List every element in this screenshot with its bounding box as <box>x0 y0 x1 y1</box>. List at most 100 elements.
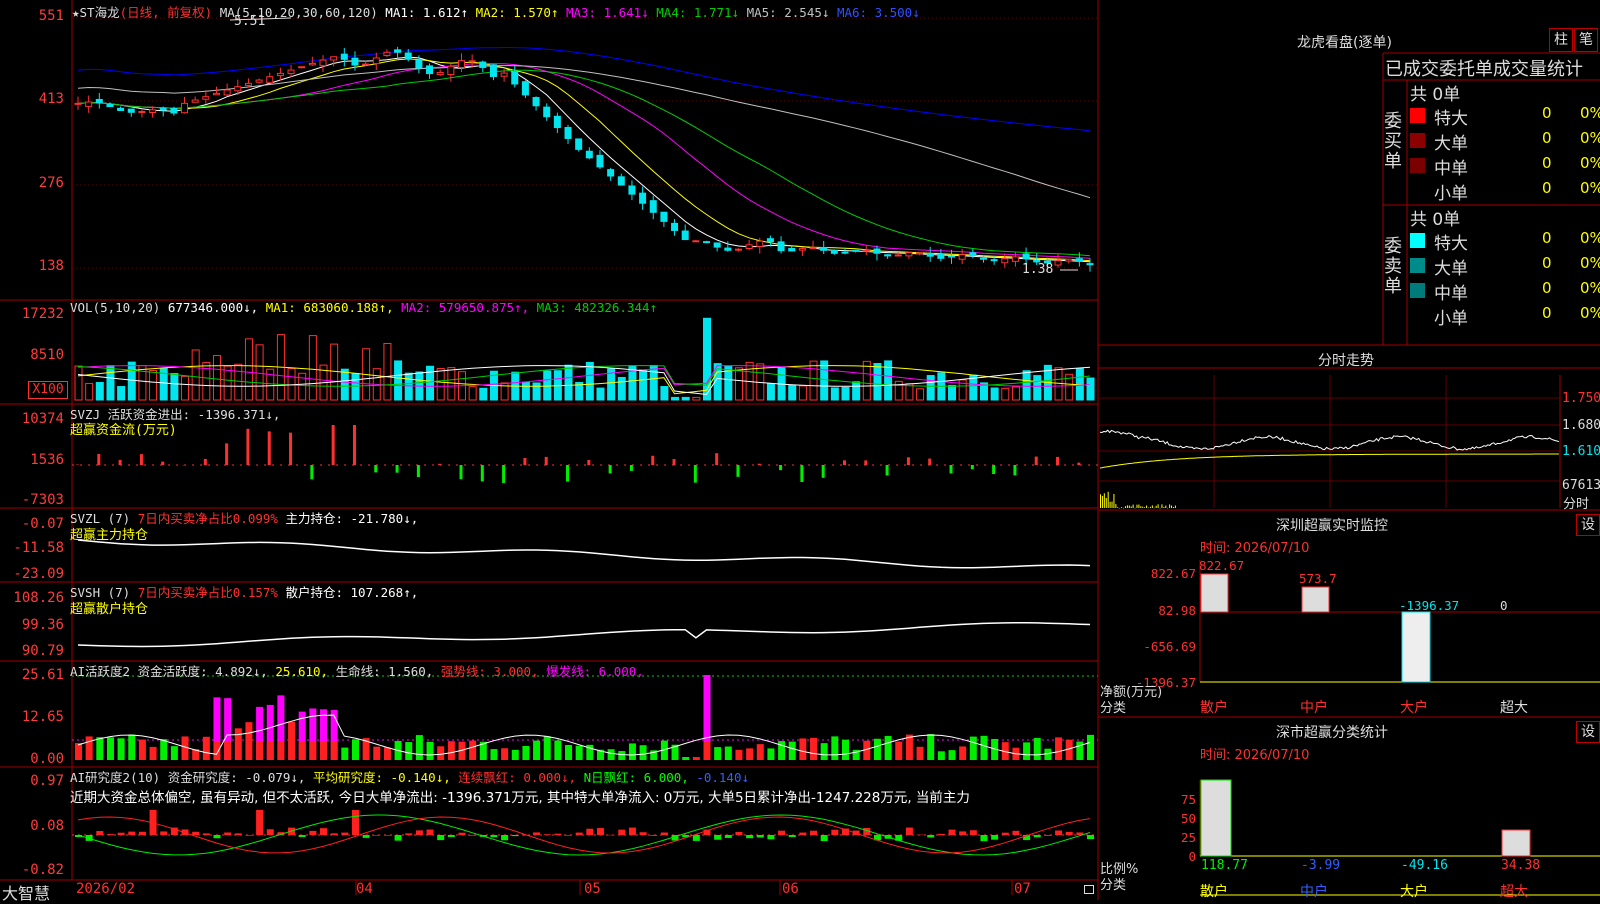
candle-body <box>106 103 114 108</box>
activity-bar <box>522 745 530 760</box>
research-bar <box>106 834 114 835</box>
candle-body <box>404 52 412 60</box>
candle-body <box>777 241 785 252</box>
intraday-volume-bar <box>1100 494 1101 508</box>
research-bar <box>426 829 434 835</box>
activity-bar <box>128 734 136 760</box>
buy-row-count: 0 <box>1542 129 1552 147</box>
sell-row-count: 0 <box>1542 254 1552 272</box>
volume-bar <box>74 365 83 401</box>
intraday-title[interactable]: 分时走势 <box>1318 350 1374 370</box>
vol-unit-badge[interactable]: X100 <box>28 381 68 399</box>
volume-bar <box>234 363 243 401</box>
activity-base-bar <box>213 742 221 760</box>
tick-view-button[interactable]: 笔 <box>1574 28 1598 52</box>
activity-bar <box>351 739 359 760</box>
stock-name[interactable]: ★ST海龙 <box>72 5 120 20</box>
activity-bar <box>980 735 988 760</box>
buy-row: 特大 0 0% <box>1410 104 1600 129</box>
buy-row: 小单 0 0% <box>1410 179 1600 204</box>
activity-bar <box>554 740 562 760</box>
intraday-volume-bar <box>1155 505 1157 508</box>
fund-flow-bar <box>352 425 356 465</box>
candle-body <box>532 97 540 107</box>
research-bar <box>916 834 924 836</box>
ai-research-comment: 近期大资金总体偏空, 虽有异动, 但不太活跃, 今日大单净流出: -1396.3… <box>70 790 970 806</box>
sz-monitor-y-label-1: 82.98 <box>1158 603 1196 618</box>
chart-canvas[interactable] <box>0 0 1600 900</box>
candle-body <box>149 109 157 113</box>
candle-body <box>585 150 593 159</box>
fund-flow-bar <box>331 425 335 465</box>
intraday-y-label-1: 1.680 <box>1562 418 1600 433</box>
intraday-volume-bar <box>1163 507 1165 508</box>
svzl-subtitle: 超赢主力持仓 <box>70 528 149 543</box>
candle-body <box>1086 263 1094 266</box>
buy-row-name: 小单 <box>1434 184 1468 204</box>
activity-bar <box>767 748 775 760</box>
app-logo[interactable]: 大智慧 <box>2 880 50 904</box>
volume-bar <box>926 375 935 401</box>
ai-research-streak: 连续飘红: 0.000↓, <box>458 770 577 785</box>
sz-stats-settings-button[interactable]: 设 <box>1576 721 1600 743</box>
volume-bar <box>149 370 158 401</box>
activity-bar <box>927 734 935 760</box>
candle-body <box>766 238 774 243</box>
volume-bar <box>85 382 94 401</box>
dragon-tiger-title: 龙虎看盘(逐单) <box>1297 35 1392 51</box>
buy-l-swatch <box>1410 133 1425 148</box>
intraday-avg-line <box>1099 453 1559 469</box>
research-bar <box>714 835 722 840</box>
volume-bar <box>852 381 861 401</box>
buy-row-count: 0 <box>1542 104 1552 122</box>
candle-body <box>521 81 529 96</box>
volume-bar <box>585 361 594 401</box>
candle-body <box>319 59 327 67</box>
research-bar <box>1065 831 1073 835</box>
svzj-y-label-0: 10374 <box>21 411 64 427</box>
activity-bar <box>778 741 786 760</box>
sz-bar-label-2: -1396.37 <box>1399 598 1460 613</box>
buy-m-swatch <box>1410 158 1425 173</box>
research-bar <box>1087 835 1094 840</box>
volume-bar <box>436 368 445 401</box>
sell-m-swatch <box>1410 283 1425 298</box>
intraday-volume-bar <box>1126 505 1128 508</box>
fund-flow-bar <box>544 456 548 465</box>
research-bar <box>575 832 583 835</box>
candle-body <box>916 252 924 255</box>
intraday-volume-bar <box>1167 507 1169 509</box>
research-bar <box>980 835 988 842</box>
intraday-volume-bar <box>1124 506 1126 508</box>
vol-ma3: MA3: 482326.344↑ <box>536 300 658 315</box>
candle-body <box>841 251 849 254</box>
activity-bar <box>639 745 647 760</box>
intraday-volume-bar <box>1149 506 1151 508</box>
activity-base-bar <box>309 742 317 760</box>
fund-flow-bar <box>139 454 143 465</box>
activity-bar <box>607 749 615 760</box>
candle-body <box>617 176 625 186</box>
activity-bar <box>501 748 509 760</box>
column-view-button[interactable]: 柱 <box>1549 28 1573 52</box>
volume-bar <box>1086 377 1095 401</box>
sz-stats-title: 深市超赢分类统计 <box>1276 725 1388 741</box>
research-bar <box>234 833 242 835</box>
activity-bar <box>415 735 423 760</box>
research-bar <box>607 834 615 836</box>
ma1-line <box>77 56 1091 263</box>
buy-total: 共 0单 <box>1410 85 1461 105</box>
research-bar <box>469 835 477 836</box>
sz-monitor-settings-button[interactable]: 设 <box>1576 514 1600 536</box>
intraday-volume-bar <box>1132 504 1134 508</box>
lock-icon[interactable] <box>1084 885 1094 894</box>
sz-stats-value-0: 118.77 <box>1201 858 1248 873</box>
volume-bar <box>862 360 871 401</box>
candle-body <box>181 102 189 114</box>
candle-body <box>1011 256 1019 262</box>
fund-flow-bar <box>693 465 697 483</box>
sz-stats-bar-retail <box>1200 779 1232 857</box>
candle-body <box>511 71 519 85</box>
volume-bar <box>617 376 626 401</box>
ai-research-average: 平均研究度: -0.140↓, <box>313 770 451 785</box>
